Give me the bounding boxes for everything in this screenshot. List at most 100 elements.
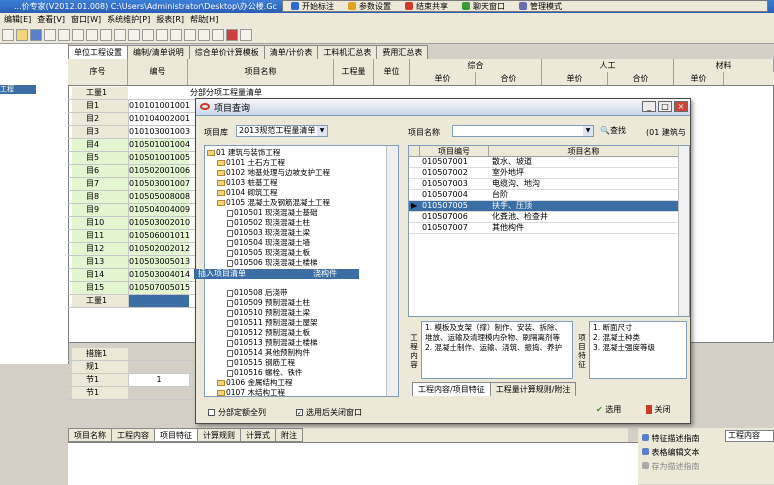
search-icon: 🔍 (600, 126, 610, 135)
tree-node[interactable]: 010502 现浇混凝土柱 (227, 218, 310, 228)
tab-price-template[interactable]: 综合单价计算模板 (188, 45, 265, 59)
chat-window-button[interactable]: 聊天窗口 (462, 1, 505, 12)
tab-calc-rules-notes[interactable]: 工程量计算规则/附注 (489, 382, 577, 396)
close-button[interactable]: 关闭 (646, 403, 671, 417)
show-all-quota-checkbox[interactable]: 分部定额全列 (208, 407, 266, 418)
tree-node[interactable]: 010505 现浇混凝土板 (227, 248, 310, 258)
admin-mode-button[interactable]: 管理模式 (519, 1, 562, 12)
tab-work-content[interactable]: 工程内容 (111, 428, 155, 442)
tree-scrollbar[interactable] (386, 146, 398, 396)
copy-icon[interactable] (72, 28, 84, 41)
print-icon[interactable] (44, 28, 56, 41)
tab-content-features[interactable]: 工程内容/项目特征 (412, 382, 491, 396)
redo-icon[interactable] (142, 28, 154, 41)
menu-window[interactable]: 窗口[W] (71, 14, 101, 25)
document-icon (227, 309, 233, 317)
minimize-button[interactable]: _ (642, 101, 656, 112)
select-button[interactable]: ✔ 选用 (596, 403, 621, 417)
tree-node[interactable]: 0107 木结构工程 (217, 388, 285, 396)
search-button[interactable]: 🔍查找 (600, 124, 626, 138)
tree-node[interactable]: 010513 预制混凝土楼梯 (227, 338, 318, 348)
work-content-text[interactable]: 1. 模板及支架（撑）制作、安装、拆除、堆放、运输及清理模内杂物、刷隔离剂等 2… (421, 321, 573, 379)
insert-row-icon[interactable] (100, 28, 112, 41)
table-scrollbar[interactable] (678, 146, 689, 316)
tree-node[interactable]: 0105 混凝土及钢筋混凝土工程 (217, 198, 330, 208)
item-name-input[interactable]: ▼ (452, 125, 594, 137)
end-share-button[interactable]: 结束共享 (405, 1, 448, 12)
tree-node[interactable]: 0104 砌筑工程 (217, 188, 277, 198)
row-pointer-icon: ▶ (411, 201, 418, 210)
start-mark-button[interactable]: 开始标注 (291, 1, 334, 12)
tab-item-features[interactable]: 项目特征 (154, 428, 198, 442)
menu-help[interactable]: 帮助[H] (190, 14, 218, 25)
tree-node[interactable]: 010514 其他预制构件 (227, 348, 310, 358)
tab-item-name[interactable]: 项目名称 (68, 428, 112, 442)
table-row[interactable]: 010507002 室外地坪 (409, 168, 679, 179)
tree-node[interactable]: 0101 土石方工程 (217, 158, 285, 168)
close-icon[interactable]: × (674, 101, 688, 112)
delete-row-icon[interactable] (114, 28, 126, 41)
search-icon[interactable] (184, 28, 196, 41)
tree-node[interactable]: 010516 螺栓、铁件 (227, 368, 303, 378)
col-labor-total: 合价 (608, 72, 674, 85)
undo-icon[interactable] (128, 28, 140, 41)
tree-node[interactable]: 01 建筑与装饰工程 (207, 148, 280, 158)
tab-material-summary[interactable]: 工料机汇总表 (317, 45, 378, 59)
tree-node[interactable]: 010511 预制混凝土屋架 (227, 318, 318, 328)
tab-cost-summary[interactable]: 费用汇总表 (376, 45, 429, 59)
close-after-select-checkbox[interactable]: ✓ 选用后关闭窗口 (296, 407, 362, 418)
sort-icon[interactable] (198, 28, 210, 41)
tools-icon[interactable] (240, 28, 252, 41)
menu-view[interactable]: 查看[V] (37, 14, 65, 25)
open-file-icon[interactable] (16, 28, 28, 41)
col-labor: 人工 (542, 59, 674, 72)
tree-node[interactable]: 010503 现浇混凝土梁 (227, 228, 310, 238)
tree-node[interactable]: 0102 地基处理与边坡支护工程 (217, 168, 330, 178)
tree-node[interactable]: 010501 现浇混凝土基础 (227, 208, 318, 218)
report-icon[interactable] (212, 28, 224, 41)
dialog-title-bar: 项目查询 _ □ × (196, 99, 690, 116)
tree-node[interactable]: 010506 现浇混凝土楼梯 (227, 258, 318, 268)
tab-unit-settings[interactable]: 单位工程设置 (68, 45, 128, 59)
menu-edit[interactable]: 编辑[E] (4, 14, 31, 25)
library-select[interactable]: 2013规范工程量清单 ▼ (236, 125, 328, 137)
save-icon[interactable] (30, 28, 42, 41)
filter-icon[interactable] (170, 28, 182, 41)
book-icon[interactable] (226, 28, 238, 41)
item-feature-text[interactable]: 1. 断面尺寸 2. 混凝土种类 3. 混凝土强度等级 (589, 321, 687, 379)
table-row[interactable]: 010507001 散水、坡道 (409, 157, 679, 168)
param-settings-button[interactable]: 参数设置 (348, 1, 391, 12)
cut-icon[interactable] (58, 28, 70, 41)
tree-node[interactable]: 010508 后浇带 (227, 288, 288, 298)
paste-icon[interactable] (86, 28, 98, 41)
tree-node-highlight[interactable]: 浇构件 (269, 269, 359, 279)
tree-node[interactable]: 010515 钢筋工程 (227, 358, 295, 368)
new-file-icon[interactable] (2, 28, 14, 41)
table-row[interactable]: 010507003 电缆沟、地沟 (409, 179, 679, 190)
tab-formula[interactable]: 计算式 (240, 428, 276, 442)
table-row[interactable]: 010507007 其他构件 (409, 223, 679, 234)
maximize-button[interactable]: □ (658, 101, 672, 112)
calculator-icon[interactable] (156, 28, 168, 41)
table-edit-button[interactable]: 表格编辑文本 (642, 446, 700, 460)
tree-node[interactable]: 010510 预制混凝土梁 (227, 308, 310, 318)
menu-system[interactable]: 系统维护[P] (107, 14, 150, 25)
insert-item-menu-item[interactable]: 插入项目清单 (194, 269, 273, 279)
tab-notes-bottom[interactable]: 附注 (275, 428, 303, 442)
tab-bill-table[interactable]: 清单/计价表 (263, 45, 319, 59)
project-tree-item[interactable]: 工程 (0, 85, 36, 94)
feature-guide-button[interactable]: 特征描述指南 (642, 432, 700, 446)
save-guide-button[interactable]: 存为描述指南 (642, 460, 700, 474)
tree-node[interactable]: 010509 预制混凝土柱 (227, 298, 310, 308)
table-row[interactable]: 010507006 化粪池、检查井 (409, 212, 679, 223)
table-row[interactable]: 010507004 台阶 (409, 190, 679, 201)
table-row-selected[interactable]: ▶ 010507005 扶手、压顶 (409, 201, 679, 212)
tree-node[interactable]: 0106 金属结构工程 (217, 378, 292, 388)
tree-node[interactable]: 010512 预制混凝土板 (227, 328, 310, 338)
menu-report[interactable]: 报表[R] (156, 14, 184, 25)
tab-notes[interactable]: 编制/清单说明 (127, 45, 190, 59)
tab-calc-rules[interactable]: 计算规则 (197, 428, 241, 442)
folder-icon (217, 160, 225, 166)
tree-node[interactable]: 0103 桩基工程 (217, 178, 277, 188)
tree-node[interactable]: 010504 现浇混凝土墙 (227, 238, 310, 248)
